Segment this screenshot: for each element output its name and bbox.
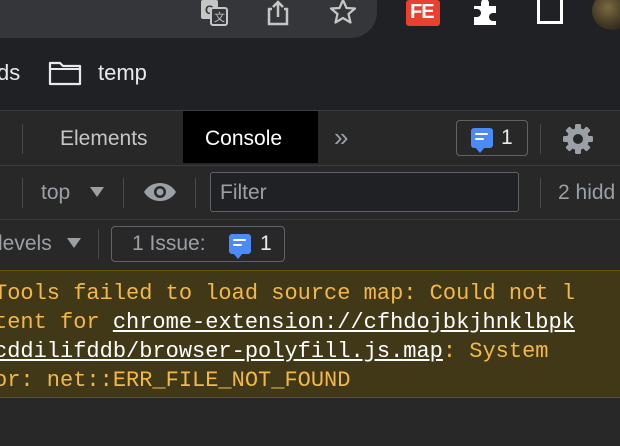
issue-count-button[interactable]: 1 Issue: 1 bbox=[111, 226, 285, 262]
divider bbox=[22, 178, 23, 208]
console-levels-row bbox=[0, 219, 620, 271]
filter-input[interactable]: Filter bbox=[210, 172, 519, 212]
translate-icon[interactable]: G 文 bbox=[199, 0, 229, 26]
tab-console[interactable]: Console bbox=[205, 127, 282, 151]
issues-count: 1 bbox=[501, 126, 513, 149]
fe-extension-icon[interactable]: FE bbox=[406, 0, 440, 26]
side-panel-icon[interactable] bbox=[537, 0, 563, 24]
bookmarks-bar bbox=[0, 42, 620, 110]
bookmark-folder-temp[interactable]: temp bbox=[98, 60, 147, 86]
divider bbox=[540, 178, 541, 208]
divider bbox=[540, 124, 541, 154]
filter-placeholder: Filter bbox=[220, 181, 267, 204]
issue-count: 1 bbox=[260, 232, 272, 255]
tab-elements[interactable]: Elements bbox=[60, 127, 148, 151]
issue-label: 1 Issue: bbox=[132, 232, 206, 255]
divider bbox=[195, 178, 196, 208]
folder-icon bbox=[48, 61, 82, 86]
bookmark-partial[interactable]: ds bbox=[0, 60, 20, 86]
warning-line-1: Tools failed to load source map: Could n… bbox=[0, 281, 575, 306]
settings-gear-icon[interactable] bbox=[562, 123, 594, 155]
extensions-puzzle-icon[interactable] bbox=[470, 0, 502, 26]
bookmark-star-icon[interactable] bbox=[328, 0, 358, 26]
source-map-link-cont[interactable]: cddilifddb/browser-polyfill.js.map bbox=[0, 339, 443, 364]
source-map-link[interactable]: chrome-extension://cfhdojbkjhnklbpk bbox=[113, 310, 575, 335]
more-tabs-button[interactable]: » bbox=[334, 122, 348, 153]
divider bbox=[123, 178, 124, 208]
chevron-down-icon bbox=[90, 187, 104, 197]
share-icon[interactable] bbox=[265, 0, 291, 26]
issues-chat-icon bbox=[471, 128, 493, 153]
hidden-count: 2 hidd bbox=[558, 181, 616, 204]
context-selector[interactable]: top bbox=[41, 181, 70, 205]
log-levels-dropdown[interactable]: levels bbox=[0, 232, 52, 256]
divider bbox=[22, 124, 23, 154]
eye-icon[interactable] bbox=[143, 181, 177, 203]
warning-line-4: or: net::ERR_FILE_NOT_FOUND bbox=[0, 368, 351, 393]
issues-counter-button[interactable]: 1 bbox=[456, 120, 528, 156]
issue-chat-icon bbox=[229, 234, 251, 259]
warning-line-3: cddilifddb/browser-polyfill.js.map: Syst… bbox=[0, 339, 549, 364]
svg-text:文: 文 bbox=[214, 10, 225, 24]
divider bbox=[98, 229, 99, 259]
warning-line-2: tent for chrome-extension://cfhdojbkjhnk… bbox=[0, 310, 575, 335]
chevron-down-icon bbox=[67, 238, 81, 248]
address-bar[interactable] bbox=[0, 0, 377, 38]
